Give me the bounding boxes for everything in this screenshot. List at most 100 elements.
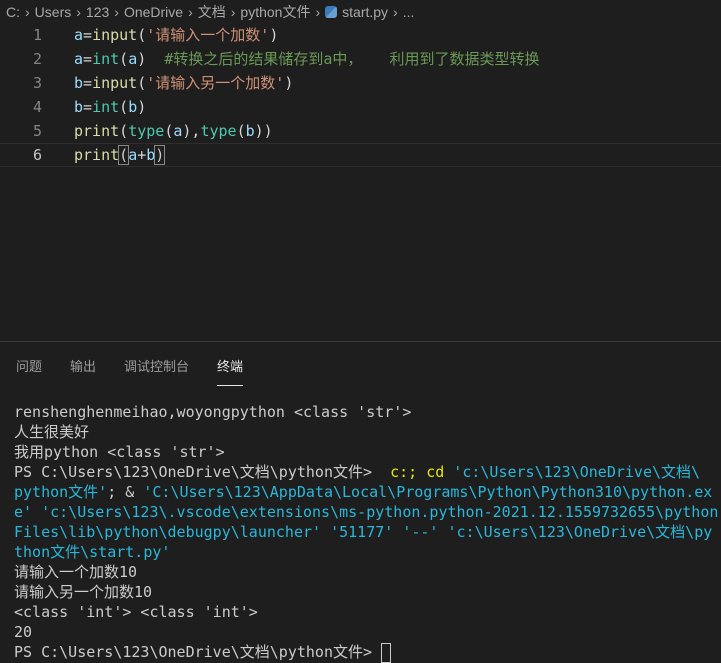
code-token: ( [236,122,246,140]
code-line[interactable]: 6 print(a+b) [0,143,721,167]
terminal-text: <class 'int'> <class 'int'> [14,603,258,621]
panel-tab[interactable]: 输出 [70,356,96,386]
line-number: 1 [32,26,42,44]
code-token: int [92,50,120,68]
code-token: + [137,146,147,164]
terminal-line: Files\lib\python\debugpy\launcher' '5117… [14,522,718,542]
code-token: ) [269,26,279,44]
python-file-icon [325,6,338,18]
line-number: 4 [32,98,42,116]
terminal-text: 20 [14,623,33,641]
code-token: ) [154,145,166,165]
code-token: type [200,122,237,140]
code-line[interactable]: 5 print(type(a),type(b)) [0,119,721,143]
terminal-line: <class 'int'> <class 'int'> [14,602,718,622]
terminal-line: PS C:\Users\123\OneDrive\文档\python文件> c:… [14,462,718,482]
code-token: ( [119,122,129,140]
breadcrumb-item[interactable]: python文件 [240,2,310,22]
terminal-output[interactable]: renshenghenmeihao,woyongpython <class 's… [14,402,718,663]
code-token: ) [137,98,147,116]
code-text: b=int(b) [74,95,146,119]
code-text: print(type(a),type(b)) [74,119,273,143]
code-line[interactable]: 3 b=input('请输入另一个加数') [0,71,721,95]
code-token: )) [254,122,273,140]
breadcrumb-item[interactable]: start.py [342,4,388,20]
line-number: 5 [32,122,42,140]
terminal-text: c:; cd [390,463,454,481]
breadcrumb: C: › Users › 123 › OneDrive › 文档 › python文件 › start.… [6,2,414,22]
terminal-line: python文件'; & 'C:\Users\123\AppData\Local… [14,482,718,502]
code-token: = [83,50,93,68]
terminal-line: 请输入另一个加数10 [14,582,718,602]
terminal-line: 请输入一个加数10 [14,562,718,582]
breadcrumb-item[interactable]: Users [35,4,72,20]
chevron-right-icon: › [315,4,321,20]
terminal-text: 'C:\Users\123\AppData\Local\Programs\Pyt… [143,483,713,501]
code-token: b [74,74,84,92]
code-token: = [83,98,93,116]
breadcrumb-item[interactable]: ... [403,4,415,20]
code-token: = [83,26,93,44]
line-number: 6 [32,146,42,164]
code-text: a=input('请输入一个加数') [74,23,278,47]
code-token: print [74,122,120,140]
code-token: ( [119,50,129,68]
terminal-text: PS C:\Users\123\OneDrive\文档\python文件> [14,463,391,481]
terminal-text: 'c:\Users\123\OneDrive\文档\ [453,463,701,481]
code-line[interactable]: 1 a=input('请输入一个加数') [0,23,721,47]
code-token: b [146,146,156,164]
breadcrumb-item[interactable]: C: [6,4,20,20]
code-text: b=input('请输入另一个加数') [74,71,293,95]
terminal-line: 20 [14,622,718,642]
breadcrumb-item[interactable]: 123 [86,4,109,20]
chevron-right-icon: › [76,4,81,20]
terminal-line: PS C:\Users\123\OneDrive\文档\python文件> [14,642,718,663]
panel-tab[interactable]: 问题 [16,356,42,386]
code-token: ), [182,122,201,140]
code-token: ( [137,26,147,44]
code-token: ( [164,122,174,140]
terminal-text: Files\lib\python\debugpy\launcher' '5117… [14,523,713,541]
terminal-text: renshenghenmeihao,woyongpython <class 's… [14,403,412,421]
terminal-text: 人生很美好 [14,423,90,441]
terminal-text: e' 'c:\Users\123\.vscode\extensions\ms-p… [14,503,719,521]
code-token: a [74,26,84,44]
code-text: print(a+b) [74,144,166,166]
bottom-panel: 问题 输出 调试控制台 终端 renshenghenmeihao,woyongpyth… [0,341,721,663]
terminal-line: 人生很美好 [14,422,718,442]
code-token: print [74,146,120,164]
terminal-line: renshenghenmeihao,woyongpython <class 's… [14,402,718,422]
chevron-right-icon: › [25,4,30,20]
terminal-cursor [381,642,392,663]
panel-tabs: 问题 输出 调试控制台 终端 [16,356,244,386]
code-line[interactable]: 2 a=int(a) #转换之后的结果储存到a中， 利用到了数据类型转换 [0,47,721,71]
code-token: int [92,98,120,116]
code-token: b [245,122,255,140]
terminal-text: 请输入一个加数10 [14,563,138,581]
chevron-right-icon: › [114,4,119,20]
chevron-right-icon: › [393,4,398,20]
terminal-text: 我用python <class 'str'> [14,443,225,461]
line-number: 2 [32,50,42,68]
terminal-text: python文件' [14,483,108,501]
panel-tab[interactable]: 调试控制台 [124,356,189,386]
code-token: ) [284,74,294,92]
code-token: ( [119,98,129,116]
terminal-text: thon文件\start.py' [14,543,171,561]
panel-tab[interactable]: 终端 [217,356,244,386]
code-token: ( [118,145,130,165]
terminal-line: 我用python <class 'str'> [14,442,718,462]
breadcrumb-item[interactable]: 文档 [198,2,226,22]
code-token: = [83,74,93,92]
code-line[interactable]: 4 b=int(b) [0,95,721,119]
terminal-text: 请输入另一个加数10 [14,583,153,601]
code-token: '请输入另一个加数' [146,74,285,92]
breadcrumb-item[interactable]: OneDrive [124,4,183,20]
code-token: ( [137,74,147,92]
code-token: #转换之后的结果储存到a中， 利用到了数据类型转换 [164,50,540,68]
code-token: input [92,26,138,44]
code-token: input [92,74,138,92]
code-editor[interactable]: 1 a=input('请输入一个加数') 2 a=int(a) #转换之后的结果储存到… [0,23,721,167]
chevron-right-icon: › [230,4,236,20]
